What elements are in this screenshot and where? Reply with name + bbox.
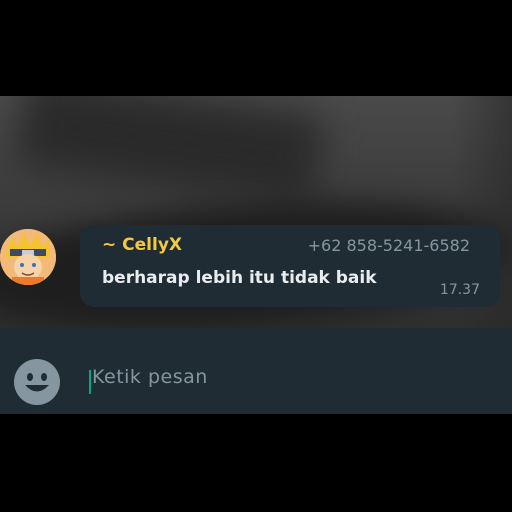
message-timestamp: 17.37 [439,282,480,298]
message-composer: Ketik pesan [0,328,512,414]
sender-avatar[interactable] [0,229,56,285]
wallpaper-shape [15,96,325,207]
sender-phone: +62 858-5241-6582 [307,236,470,255]
avatar-image [0,229,56,285]
screen: ~ CellyX +62 858-5241-6582 berharap lebi… [0,0,512,512]
emoji-icon[interactable] [13,358,61,406]
message-input[interactable]: Ketik pesan [92,366,208,388]
sender-name[interactable]: ~ CellyX [102,235,182,255]
message-text: berharap lebih itu tidak baik [102,268,377,288]
text-caret [89,370,91,394]
message-bubble[interactable]: ~ CellyX +62 858-5241-6582 berharap lebi… [80,225,500,307]
